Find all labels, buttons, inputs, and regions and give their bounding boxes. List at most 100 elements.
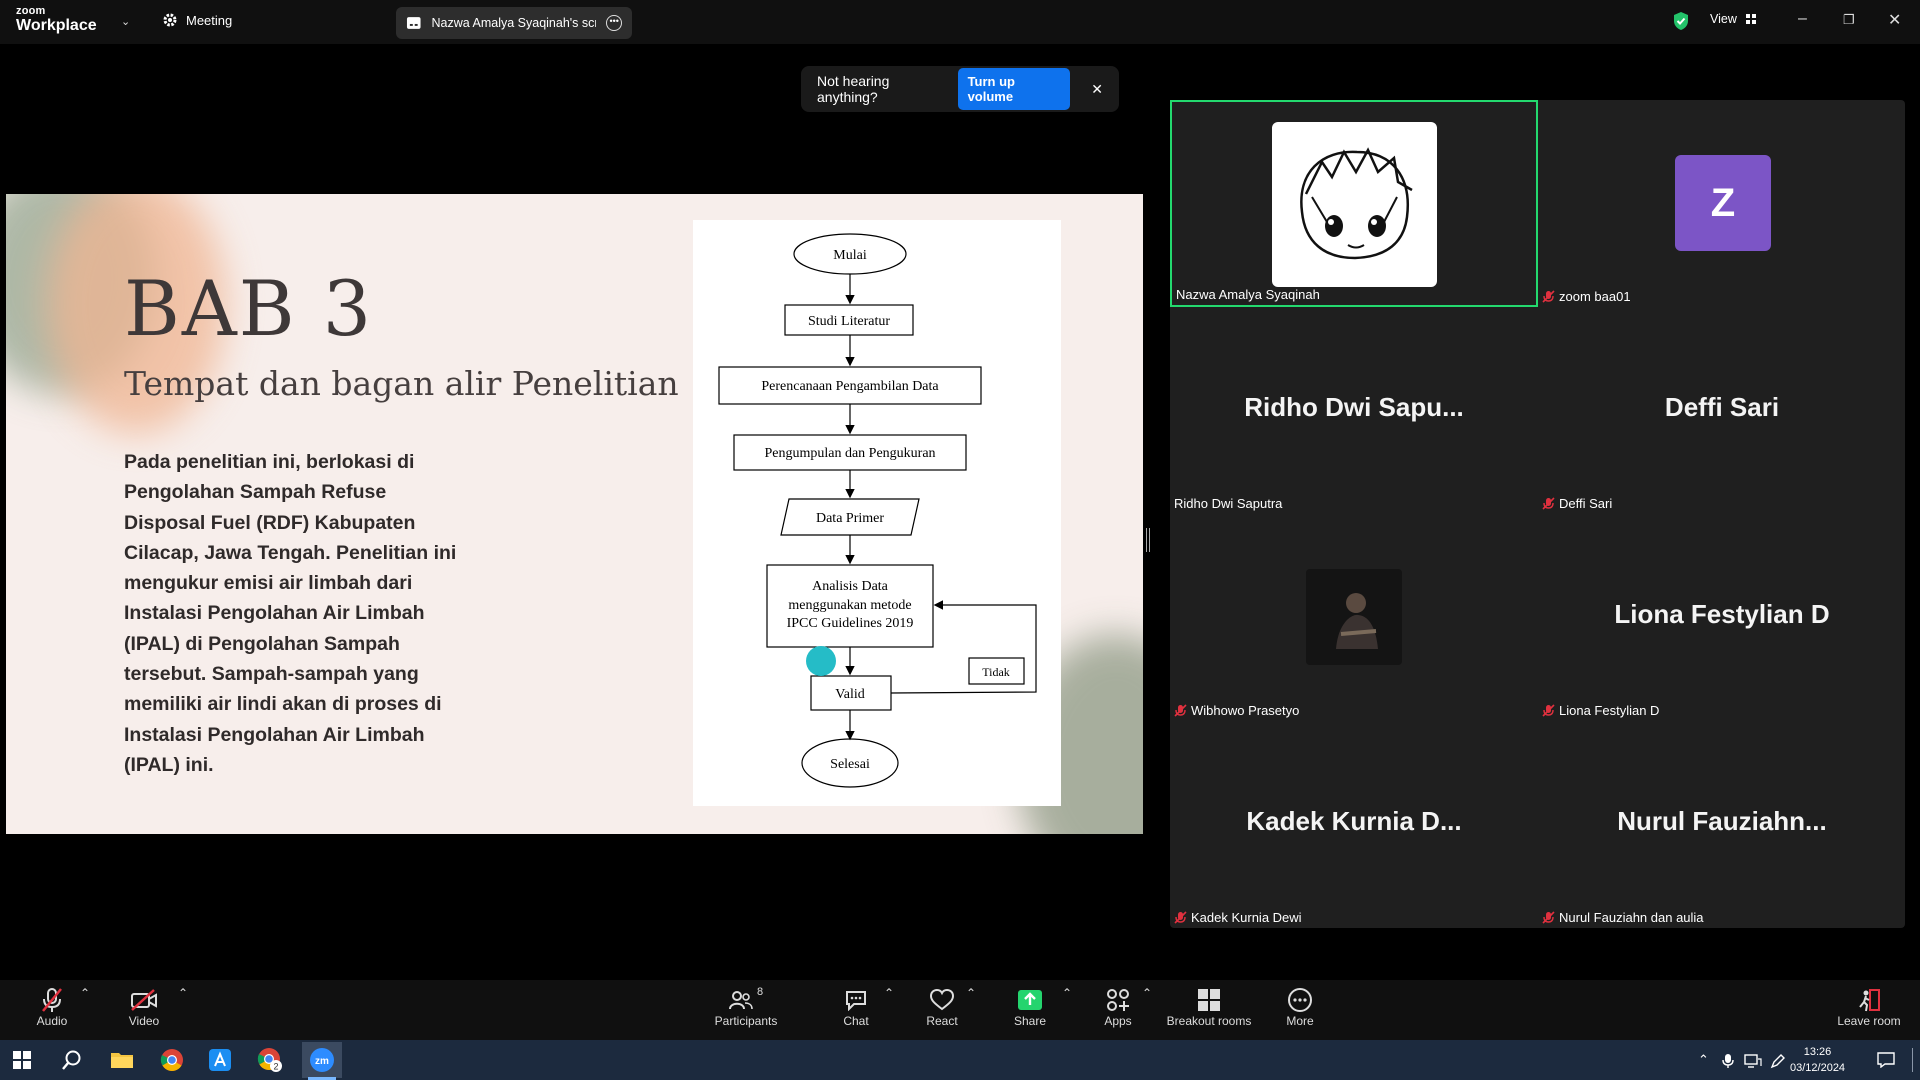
system-clock[interactable]: 13:26 03/12/2024 [1790,1044,1845,1076]
turn-up-volume-button[interactable]: Turn up volume [957,68,1071,110]
more-options-icon[interactable]: ••• [606,15,622,31]
encryption-shield-icon[interactable] [1672,11,1690,31]
share-label: Share [1013,1014,1047,1028]
splitter-handle[interactable] [1146,528,1150,552]
show-desktop-button[interactable] [1912,1048,1913,1072]
mic-muted-icon [1542,290,1555,303]
minimize-icon[interactable]: – [1798,10,1807,28]
react-label: React [926,1014,958,1028]
participant-tile[interactable]: Ridho Dwi Sapu... Ridho Dwi Saputra [1170,307,1538,514]
notifications-icon[interactable] [1877,1052,1895,1068]
leave-room-button[interactable]: Leave room [1836,986,1902,1028]
apps-options-caret[interactable]: ⌃ [1142,986,1152,1000]
breakout-rooms-icon [1198,989,1220,1011]
app-store-icon[interactable] [204,1046,236,1074]
chat-button[interactable]: Chat [838,986,874,1028]
mic-muted-icon [1542,497,1555,510]
chevron-up-icon[interactable]: ⌃ [1698,1052,1709,1068]
logo-small-text: zoom [16,5,46,17]
audio-button[interactable]: Audio [32,986,72,1028]
participant-display-name: Liona Festylian D [1614,599,1830,629]
top-bar: zoom Workplace ⌄ Meeting Nazwa Amalya Sy… [0,0,1920,44]
participant-tile[interactable]: Wibhowo Prasetyo [1170,514,1538,721]
chrome-icon[interactable] [156,1046,188,1074]
flow-step-4: Data Primer [816,511,884,526]
screen-share-indicator[interactable]: Nazwa Amalya Syaqinah's screen ••• [396,7,632,39]
flow-no-label: Tidak [982,665,1010,679]
participants-button[interactable]: 8 Participants [712,986,780,1028]
flow-step-5-line-2: menggunakan metode [788,598,911,613]
mic-muted-icon [1174,704,1187,717]
share-screen-icon [1018,990,1042,1010]
participant-tile[interactable]: Kadek Kurnia D... Kadek Kurnia Dewi [1170,721,1538,928]
leave-room-icon [1859,989,1880,1012]
chat-options-caret[interactable]: ⌃ [884,986,894,1000]
flow-decision: Valid [835,687,865,702]
more-icon [1288,988,1312,1012]
flow-step-3: Pengumpulan dan Pengukuran [764,446,935,461]
participant-tile[interactable]: Liona Festylian D Liona Festylian D [1538,514,1906,721]
slide-title: BAB 3 [124,264,374,353]
participant-name: Nazwa Amalya Syaqinah [1176,287,1320,302]
participants-icon [728,991,753,1010]
participant-tile[interactable]: Nazwa Amalya Syaqinah [1170,100,1538,307]
react-button[interactable]: React [922,986,962,1028]
more-label: More [1286,1014,1314,1028]
heart-icon [929,989,955,1011]
screen-share-icon [406,17,421,29]
mic-muted-icon [1174,911,1187,924]
video-button[interactable]: Video [124,986,164,1028]
clock-time: 13:26 [1803,1046,1832,1058]
avatar: Z [1675,155,1771,251]
participant-name: zoom baa01 [1542,289,1631,304]
participants-label: Participants [714,1014,778,1028]
participant-display-name: Ridho Dwi Sapu... [1244,392,1464,422]
audio-label: Audio [36,1014,68,1028]
flow-step-5-line-3: IPCC Guidelines 2019 [787,616,914,631]
close-icon[interactable]: ✕ [1888,10,1901,30]
search-icon[interactable] [56,1046,88,1074]
video-off-icon [131,989,157,1011]
audio-options-caret[interactable]: ⌃ [80,986,90,1000]
shared-screen-slide: BAB 3 Tempat dan bagan alir Penelitian P… [6,194,1143,834]
meeting-menu-button[interactable]: Meeting [162,12,232,28]
restore-icon[interactable]: ❐ [1843,12,1855,28]
zoom-logo[interactable]: zoom Workplace [16,6,97,34]
file-explorer-icon[interactable] [106,1046,138,1074]
meeting-toolbar: Audio ⌃ Video ⌃ 8 Participants Chat ⌃ Re… [0,980,1920,1040]
windows-taskbar: 2 zm ⌃ 13:26 03/12/2024 [0,1040,1920,1080]
windows-start-icon[interactable] [6,1046,38,1074]
participant-display-name: Kadek Kurnia D... [1246,806,1462,836]
video-options-caret[interactable]: ⌃ [178,986,188,1000]
grid-view-icon [1745,14,1756,24]
microphone-icon[interactable] [1722,1053,1734,1069]
network-icon[interactable] [1744,1054,1762,1068]
view-button[interactable]: View [1710,12,1757,26]
chevron-down-icon[interactable]: ⌄ [121,15,130,28]
breakout-rooms-button[interactable]: Breakout rooms [1162,986,1256,1028]
share-button[interactable]: Share [1010,986,1050,1028]
share-indicator-label: Nazwa Amalya Syaqinah's screen [431,16,597,30]
close-icon[interactable]: ✕ [1091,81,1103,98]
flow-step-2: Perencanaan Pengambilan Data [761,379,939,394]
slide-body-text: Pada penelitian ini, berlokasi di Pengol… [124,451,457,776]
mic-muted-icon [1542,704,1555,717]
react-options-caret[interactable]: ⌃ [966,986,976,1000]
share-options-caret[interactable]: ⌃ [1062,986,1072,1000]
flow-end: Selesai [830,757,870,772]
notification-message: Not hearing anything? [817,73,890,105]
chrome-badge: 2 [273,1062,278,1072]
apps-button[interactable]: Apps [1100,986,1136,1028]
svg-text:zm: zm [315,1056,329,1067]
pen-icon[interactable] [1770,1053,1786,1069]
participant-display-name: Nurul Fauziahn... [1617,806,1827,836]
participant-tile[interactable]: Deffi Sari Deffi Sari [1538,307,1906,514]
participant-tile[interactable]: Nurul Fauziahn... Nurul Fauziahn dan aul… [1538,721,1906,928]
participant-name: Kadek Kurnia Dewi [1174,910,1302,925]
chrome-profile-icon[interactable]: 2 [254,1046,286,1074]
leave-label: Leave room [1837,1014,1901,1028]
participant-gallery: Nazwa Amalya Syaqinah Z zoom baa01 Ridho… [1170,100,1905,928]
zoom-taskbar-icon[interactable]: zm [302,1042,342,1078]
more-button[interactable]: More [1282,986,1318,1028]
participant-tile[interactable]: Z zoom baa01 [1538,100,1906,307]
